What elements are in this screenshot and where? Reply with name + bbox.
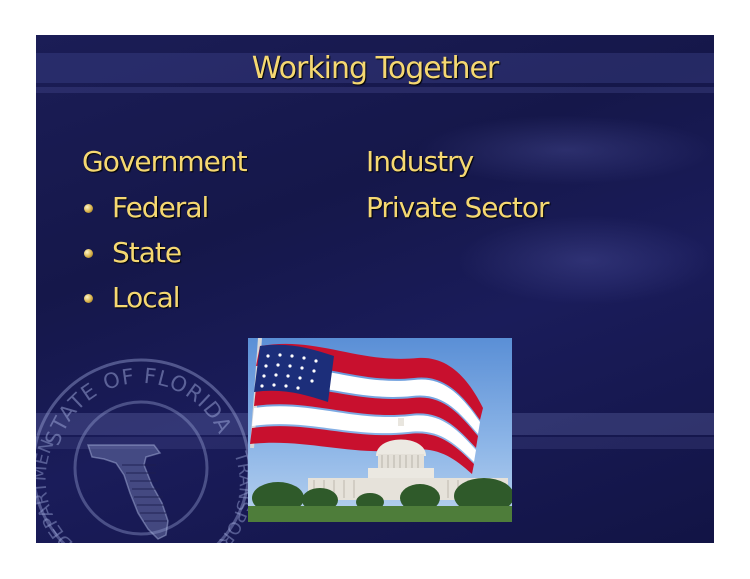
slide-title: Working Together	[251, 51, 500, 86]
florida-seal-watermark: STATE OF FLORIDA DEPARTMENT TRANSPORTATI…	[36, 353, 255, 543]
bullet-label: Federal	[112, 191, 209, 224]
bullet-label: Local	[112, 281, 181, 314]
bullet-label: State	[112, 236, 182, 269]
florida-map-shape	[86, 444, 169, 540]
seal-text-top: STATE OF FLORIDA	[40, 364, 236, 449]
industry-item: Industry	[366, 145, 474, 178]
seal-text-left: DEPARTMENT	[36, 353, 77, 543]
bullet-icon	[84, 204, 93, 213]
lawn	[248, 506, 512, 522]
background-glow	[456, 215, 714, 305]
bullet-icon	[84, 249, 93, 258]
slide: STATE OF FLORIDA DEPARTMENT TRANSPORTATI…	[36, 35, 714, 543]
background-band	[36, 87, 714, 93]
bullet-icon	[84, 294, 93, 303]
flag-capitol-photo	[248, 338, 512, 522]
page: STATE OF FLORIDA DEPARTMENT TRANSPORTATI…	[0, 0, 750, 579]
government-heading: Government	[82, 145, 248, 178]
private-sector-item: Private Sector	[366, 191, 550, 224]
